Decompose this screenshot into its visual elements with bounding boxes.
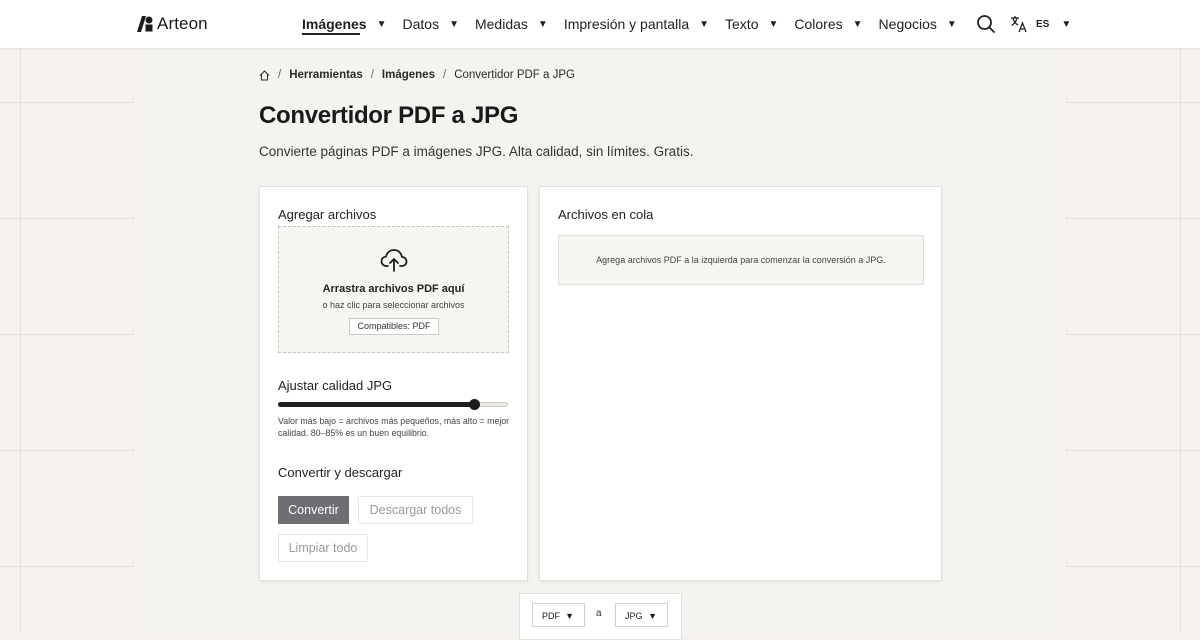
- dropzone-subtitle: o haz clic para seleccionar archivos: [322, 300, 465, 310]
- nav-item-impresion-pantalla[interactable]: Impresión y pantalla ▼: [564, 0, 709, 48]
- quality-slider[interactable]: [278, 399, 508, 410]
- nav-item-label: Imágenes: [302, 16, 367, 32]
- breadcrumb-current: Convertidor PDF a JPG: [454, 69, 575, 81]
- nav-item-medidas[interactable]: Medidas ▼: [475, 0, 548, 48]
- from-format-value: PDF: [542, 611, 560, 621]
- language-code: ES: [1036, 18, 1050, 30]
- convert-button[interactable]: Convertir: [278, 496, 349, 524]
- nav-item-label: Colores: [794, 16, 843, 32]
- caret-down-icon: ▼: [946, 18, 957, 30]
- nav-item-negocios[interactable]: Negocios ▼: [879, 0, 957, 48]
- breadcrumb: / Herramientas / Imágenes / Convertidor …: [259, 69, 575, 81]
- page-subtitle: Convierte páginas PDF a imágenes JPG. Al…: [259, 144, 694, 159]
- quality-title: Ajustar calidad JPG: [278, 378, 393, 393]
- top-navigation-bar: Arteon Imágenes ▼ Datos ▼ Medidas ▼ Impr…: [0, 0, 1200, 49]
- brand-logo[interactable]: Arteon: [137, 14, 208, 34]
- language-selector[interactable]: ES ▼: [1010, 15, 1071, 33]
- clear-all-button[interactable]: Limpiar todo: [278, 534, 368, 562]
- breadcrumb-separator: /: [278, 69, 282, 81]
- breadcrumb-separator: /: [370, 69, 374, 81]
- upload-card: Agregar archivos Arrastra archivos PDF a…: [259, 186, 528, 581]
- brand-name: Arteon: [157, 14, 208, 33]
- to-label: a: [596, 608, 602, 619]
- download-all-button[interactable]: Descargar todos: [358, 496, 473, 524]
- caret-down-icon: ▼: [648, 611, 657, 621]
- to-format-select[interactable]: JPG ▼: [615, 603, 668, 627]
- nav-item-imagenes[interactable]: Imágenes ▼: [302, 0, 387, 48]
- breadcrumb-herramientas[interactable]: Herramientas: [289, 69, 363, 81]
- caret-down-icon: ▼: [565, 611, 574, 621]
- search-icon: [977, 15, 995, 33]
- nav-item-texto[interactable]: Texto ▼: [725, 0, 778, 48]
- slider-thumb[interactable]: [469, 399, 480, 410]
- caret-down-icon: ▼: [537, 18, 548, 30]
- breadcrumb-imagenes[interactable]: Imágenes: [382, 69, 435, 81]
- caret-down-icon: ▼: [376, 18, 387, 30]
- caret-down-icon: ▼: [1061, 18, 1072, 30]
- nav-item-colores[interactable]: Colores ▼: [794, 0, 862, 48]
- queue-title: Archivos en cola: [558, 207, 654, 222]
- nav-item-label: Datos: [402, 16, 440, 32]
- main-nav: Imágenes ▼ Datos ▼ Medidas ▼ Impresión y…: [302, 0, 973, 48]
- dropzone-title: Arrastra archivos PDF aquí: [322, 283, 465, 295]
- add-files-title: Agregar archivos: [278, 207, 377, 222]
- to-format-value: JPG: [625, 611, 643, 621]
- translate-icon: [1011, 16, 1027, 33]
- nav-item-label: Texto: [725, 16, 759, 32]
- cloud-upload-icon: [380, 249, 408, 272]
- quality-hint: Valor más bajo = archivos más pequeños, …: [278, 416, 510, 438]
- logo-icon: [137, 16, 153, 32]
- nav-item-label: Impresión y pantalla: [563, 16, 690, 32]
- queue-empty-message: Agrega archivos PDF a la izquierda para …: [558, 235, 924, 285]
- convert-section-title: Convertir y descargar: [278, 465, 403, 480]
- nav-item-label: Negocios: [878, 16, 937, 32]
- search-button[interactable]: [976, 14, 996, 34]
- caret-down-icon: ▼: [699, 18, 710, 30]
- slider-fill: [278, 402, 474, 407]
- nav-item-datos[interactable]: Datos ▼: [403, 0, 459, 48]
- nav-item-label: Medidas: [474, 16, 528, 32]
- from-format-select[interactable]: PDF ▼: [532, 603, 585, 627]
- queue-card: Archivos en cola Agrega archivos PDF a l…: [539, 186, 942, 581]
- breadcrumb-separator: /: [442, 69, 447, 81]
- file-dropzone[interactable]: Arrastra archivos PDF aquí o haz clic pa…: [278, 226, 509, 353]
- caret-down-icon: ▼: [449, 18, 459, 30]
- caret-down-icon: ▼: [768, 18, 779, 30]
- home-icon[interactable]: [259, 69, 270, 81]
- page-title: Convertidor PDF a JPG: [259, 102, 519, 129]
- caret-down-icon: ▼: [852, 18, 863, 30]
- supported-formats-badge: Compatibles: PDF: [349, 318, 439, 335]
- format-converter-bar: PDF ▼ a JPG ▼: [519, 593, 682, 640]
